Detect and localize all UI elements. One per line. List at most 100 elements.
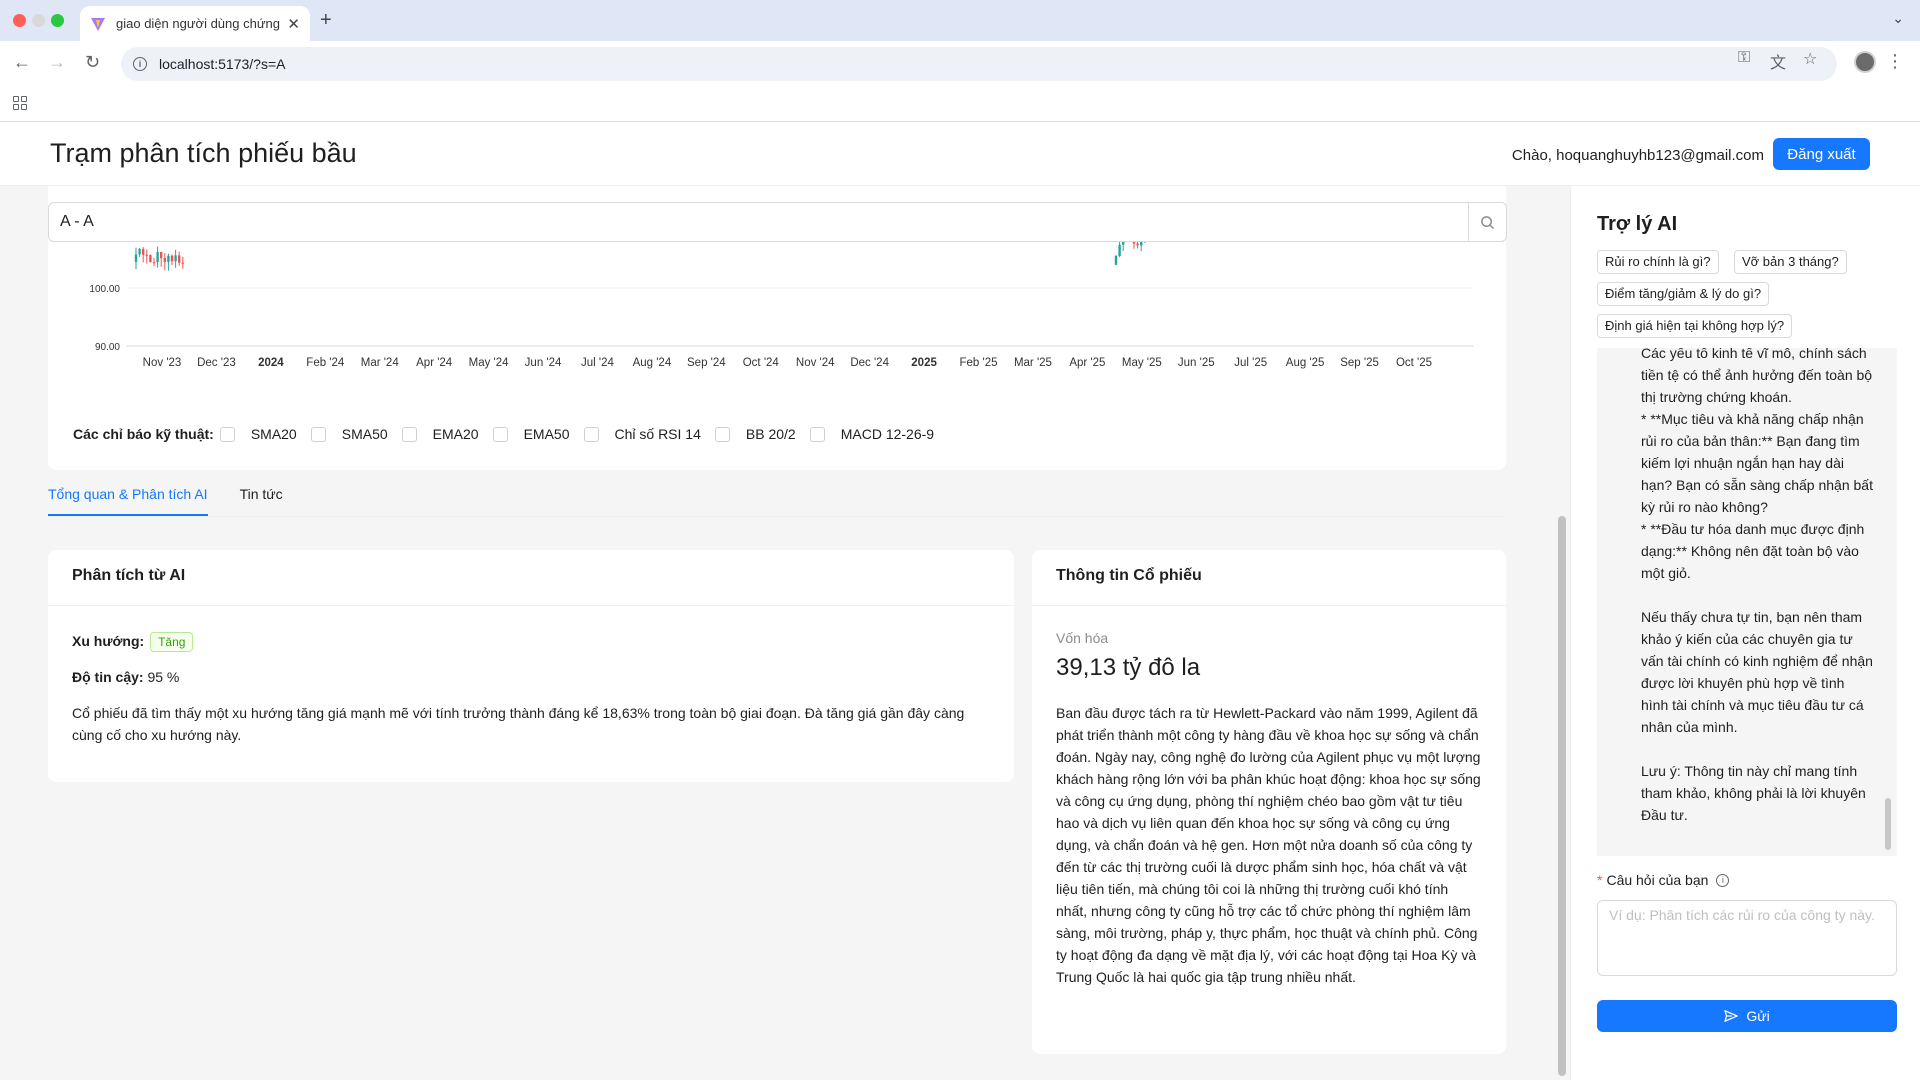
stock-search-input[interactable] <box>49 213 1468 231</box>
assistant-message: Các yếu tố kinh tế vĩ mô, chính sách tiề… <box>1641 348 1873 823</box>
apps-grid-icon[interactable] <box>13 96 27 110</box>
indicator-sma20[interactable]: SMA20 <box>219 426 297 442</box>
indicator-bb[interactable]: BB 20/2 <box>714 426 796 442</box>
translate-icon[interactable]: 文 <box>1770 49 1786 73</box>
x-tick-label: Sep '25 <box>1340 357 1379 369</box>
back-icon[interactable]: ← <box>13 52 31 73</box>
info-icon[interactable]: i <box>1716 873 1730 887</box>
minimize-window-button[interactable] <box>32 14 45 27</box>
suggestion-chip[interactable]: Điểm tăng/giảm & lý do gì? <box>1597 282 1770 306</box>
reload-icon[interactable]: ↻ <box>85 52 100 73</box>
browser-menu-icon[interactable]: ⋮ <box>1886 51 1904 72</box>
checkbox[interactable] <box>492 426 508 442</box>
browser-tab[interactable]: giao diện người dùng chứng k ✕ <box>80 6 310 41</box>
send-icon <box>1724 1010 1739 1022</box>
send-button[interactable]: Gửi <box>1597 1000 1897 1032</box>
x-tick-label: Sep '24 <box>687 357 726 369</box>
x-tick-label: Mar '25 <box>1014 357 1052 369</box>
candle-body <box>156 252 159 263</box>
checkbox[interactable] <box>583 426 599 442</box>
candle-body <box>178 255 181 263</box>
page-title: Trạm phân tích phiếu bầu <box>50 138 357 168</box>
x-tick-label: Oct '25 <box>1396 357 1432 369</box>
indicator-ema20[interactable]: EMA20 <box>401 426 479 442</box>
trend-label: Xu hướng: <box>72 633 145 649</box>
indicator-ema50[interactable]: EMA50 <box>492 426 570 442</box>
candle-body <box>160 252 163 259</box>
site-info-icon[interactable]: i <box>133 57 147 71</box>
scrollbar-thumb[interactable] <box>1558 516 1566 1076</box>
indicator-sma50[interactable]: SMA50 <box>310 426 388 442</box>
x-tick-label: May '25 <box>1122 357 1162 369</box>
indicators-label: Các chỉ báo kỹ thuật: <box>73 426 214 442</box>
search-button[interactable] <box>1468 203 1506 241</box>
x-tick-label: 2025 <box>911 357 937 369</box>
market-cap-label: Vốn hóa <box>1056 630 1109 646</box>
bookmark-star-icon[interactable]: ☆ <box>1803 49 1817 69</box>
maximize-window-button[interactable] <box>51 14 64 27</box>
candle-body <box>1114 255 1118 265</box>
candle-body <box>1122 242 1125 245</box>
price-chart[interactable]: 100.00 90.00 Nov '23 Dec '23 2024 Feb '24 Mar … <box>48 242 1506 382</box>
question-label: * Câu hỏi của bạn i <box>1597 872 1730 888</box>
profile-avatar[interactable] <box>1854 51 1876 73</box>
x-tick-label: Feb '24 <box>306 357 345 369</box>
x-tick-label: Feb '25 <box>960 357 998 369</box>
url-text: localhost:5173/?s=A <box>159 56 286 72</box>
tab-search-chevron-icon[interactable]: ⌄ <box>1892 10 1904 27</box>
chat-history[interactable]: Các yếu tố kinh tế vĩ mô, chính sách tiề… <box>1597 348 1897 856</box>
checkbox[interactable] <box>310 426 326 442</box>
x-tick-label: Nov '24 <box>796 357 835 369</box>
checkbox[interactable] <box>219 426 235 442</box>
stock-search-box <box>48 202 1507 242</box>
candle-body <box>138 248 141 255</box>
new-tab-icon[interactable]: + <box>320 9 332 32</box>
y-tick-label: 90.00 <box>95 342 120 353</box>
main-content: 100.00 90.00 Nov '23 Dec '23 2024 Feb '24 Mar … <box>0 186 1568 1080</box>
x-tick-label: Jul '25 <box>1234 357 1267 369</box>
ai-assistant-panel: Trợ lý AI Rủi ro chính là gì? Vỡ bản 3 t… <box>1570 186 1920 1080</box>
x-tick-label: Mar '24 <box>361 357 400 369</box>
indicator-label: SMA50 <box>341 426 388 442</box>
address-bar[interactable]: i localhost:5173/?s=A <box>121 47 1837 81</box>
x-tick-label: Nov '23 <box>143 357 182 369</box>
suggestion-chip[interactable]: Rủi ro chính là gì? <box>1597 250 1719 274</box>
x-tick-label: Jun '25 <box>1178 357 1215 369</box>
candle-body <box>149 255 152 263</box>
forward-icon[interactable]: → <box>48 52 66 73</box>
close-tab-icon[interactable]: ✕ <box>287 15 300 33</box>
candle-body <box>1140 242 1143 246</box>
app-header: Trạm phân tích phiếu bầu Chào, hoquanghu… <box>0 122 1920 186</box>
company-description: Ban đầu được tách ra từ Hewlett-Packard … <box>1056 705 1481 985</box>
stock-info-card: Thông tin Cổ phiếu Vốn hóa 39,13 tỷ đô l… <box>1032 550 1506 1054</box>
question-label-text: Câu hỏi của bạn <box>1606 872 1709 888</box>
assistant-title: Trợ lý AI <box>1597 213 1678 235</box>
checkbox[interactable] <box>401 426 417 442</box>
market-cap-value: 39,13 tỷ đô la <box>1056 654 1201 681</box>
user-greeting: Chào, hoquanghuyhb123@gmail.com <box>1511 147 1764 164</box>
tab-overview-ai[interactable]: Tổng quan & Phân tích AI <box>48 486 208 516</box>
logout-button[interactable]: Đăng xuất <box>1773 138 1870 170</box>
checkbox[interactable] <box>714 426 730 442</box>
candle-body <box>142 248 145 255</box>
indicator-macd[interactable]: MACD 12-26-9 <box>809 426 935 442</box>
content-tabs: Tổng quan & Phân tích AI Tin tức <box>48 486 315 516</box>
browser-tab-bar: giao diện người dùng chứng k ✕ + ⌄ <box>0 0 1920 41</box>
indicator-label: EMA20 <box>432 426 479 442</box>
suggestion-chip[interactable]: Vỡ bản 3 tháng? <box>1734 250 1847 274</box>
y-tick-label: 100.00 <box>89 284 120 295</box>
close-window-button[interactable] <box>13 14 26 27</box>
suggestion-chip[interactable]: Định giá hiện tại không hợp lý? <box>1597 314 1793 338</box>
confidence-label: Độ tin cậy: <box>72 669 144 686</box>
tab-news[interactable]: Tin tức <box>240 486 283 516</box>
x-tick-label: 2024 <box>258 357 284 369</box>
indicator-rsi14[interactable]: Chỉ số RSI 14 <box>583 426 701 442</box>
chat-scrollbar[interactable] <box>1885 798 1891 850</box>
checkbox[interactable] <box>809 426 825 442</box>
password-key-icon[interactable]: ⚿ <box>1738 49 1750 67</box>
stock-info-title: Thông tin Cổ phiếu <box>1032 550 1506 606</box>
vite-logo-icon <box>91 17 105 31</box>
indicator-label: MACD 12-26-9 <box>840 426 935 442</box>
main-scrollbar[interactable] <box>1558 186 1566 1080</box>
question-input[interactable] <box>1597 900 1897 976</box>
